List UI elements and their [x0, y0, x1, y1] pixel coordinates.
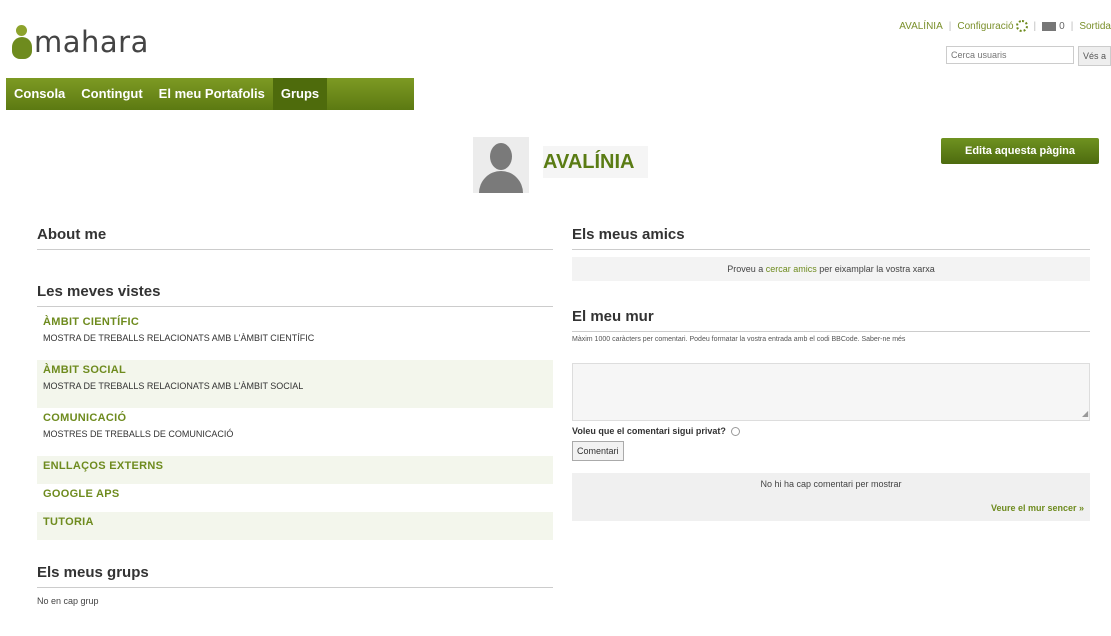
user-link[interactable]: AVALÍNIA — [899, 21, 943, 32]
no-comments-text: No hi ha cap comentari per mostrar — [760, 479, 902, 489]
mahara-logo-icon — [12, 25, 32, 59]
view-full-wall-link[interactable]: Veure el mur sencer » — [991, 503, 1084, 513]
view-link[interactable]: ÀMBIT SOCIAL — [43, 364, 547, 376]
wall-comments-box: No hi ha cap comentari per mostrar Veure… — [572, 473, 1090, 521]
separator: | — [1070, 20, 1074, 32]
private-label: Voleu que el comentari sigui privat? — [572, 426, 726, 436]
views-title: Les meves vistes — [37, 283, 553, 307]
logout-link[interactable]: Sortida — [1079, 21, 1111, 32]
friends-title: Els meus amics — [572, 226, 1090, 250]
inbox-icon[interactable] — [1042, 21, 1057, 31]
edit-page-button[interactable]: Edita aquesta pàgina — [941, 138, 1099, 164]
view-link[interactable]: ENLLAÇOS EXTERNS — [43, 460, 547, 472]
private-comment-row: Voleu que el comentari sigui privat? — [572, 426, 740, 436]
resize-grip-icon[interactable]: ◢ — [1082, 409, 1088, 418]
profile-name: AVALÍNIA — [543, 146, 649, 178]
mahara-logo[interactable]: mahara — [12, 20, 149, 64]
wall-title: El meu mur — [572, 308, 1090, 332]
list-item: TUTORIA — [37, 512, 553, 540]
tab-consola[interactable]: Consola — [6, 78, 73, 110]
search-go-button[interactable]: Vés a — [1077, 46, 1111, 66]
list-item: ÀMBIT CIENTÍFIC MOSTRA DE TREBALLS RELAC… — [37, 312, 553, 360]
friends-message: Proveu a cercar amics per eixamplar la v… — [572, 257, 1090, 281]
separator: | — [948, 20, 952, 32]
comment-button[interactable]: Comentari — [572, 441, 624, 461]
list-item: ÀMBIT SOCIAL MOSTRA DE TREBALLS RELACION… — [37, 360, 553, 408]
view-description: MOSTRES DE TREBALLS DE COMUNICACIÓ — [43, 429, 234, 439]
private-checkbox[interactable] — [730, 426, 740, 436]
user-search: Vés a — [945, 46, 1111, 66]
user-menu: AVALÍNIA | Configuració | 0 | Sortida — [899, 20, 1111, 32]
friends-msg-pre: Proveu a — [727, 264, 764, 274]
view-link[interactable]: ÀMBIT CIENTÍFIC — [43, 316, 547, 328]
list-item: ENLLAÇOS EXTERNS — [37, 456, 553, 484]
view-link[interactable]: GOOGLE APS — [43, 488, 547, 500]
about-me-title: About me — [37, 226, 553, 250]
view-link[interactable]: TUTORIA — [43, 516, 547, 528]
view-description: MOSTRA DE TREBALLS RELACIONATS AMB L'ÀMB… — [43, 381, 304, 391]
views-list: ÀMBIT CIENTÍFIC MOSTRA DE TREBALLS RELAC… — [37, 312, 553, 540]
list-item: GOOGLE APS — [37, 484, 553, 512]
separator: | — [1033, 20, 1037, 32]
inbox-count[interactable]: 0 — [1059, 21, 1065, 32]
main-navigation: Consola Contingut El meu Portafolis Grup… — [6, 78, 414, 110]
logo-text: mahara — [34, 25, 149, 59]
view-description: MOSTRA DE TREBALLS RELACIONATS AMB L'ÀMB… — [43, 333, 315, 343]
wall-help-text: Màxim 1000 caràcters per comentari. Pode… — [572, 336, 906, 343]
list-item: COMUNICACIÓ MOSTRES DE TREBALLS DE COMUN… — [37, 408, 553, 456]
find-friends-link[interactable]: cercar amics — [766, 264, 817, 274]
tab-portafolis[interactable]: El meu Portafolis — [151, 78, 273, 110]
gear-icon[interactable] — [1015, 20, 1028, 32]
groups-title: Els meus grups — [37, 564, 553, 588]
groups-empty-text: No en cap grup — [37, 596, 99, 606]
tab-contingut[interactable]: Contingut — [73, 78, 150, 110]
wall-comment-textarea[interactable] — [572, 363, 1090, 421]
avatar — [473, 137, 529, 193]
tab-grups[interactable]: Grups — [272, 78, 328, 110]
search-users-input[interactable] — [945, 46, 1074, 64]
view-link[interactable]: COMUNICACIÓ — [43, 412, 547, 424]
friends-msg-post: per eixamplar la vostra xarxa — [819, 264, 935, 274]
settings-link[interactable]: Configuració — [957, 21, 1013, 32]
